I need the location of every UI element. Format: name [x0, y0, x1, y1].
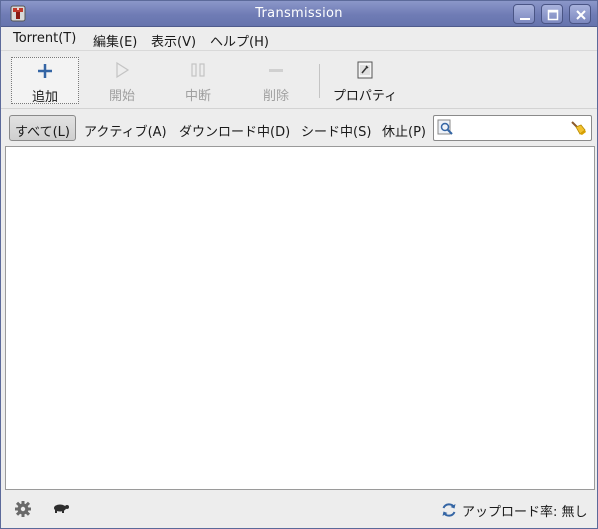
properties-label: プロパティ — [332, 89, 398, 104]
filter-all[interactable]: すべて(L) — [9, 115, 76, 141]
search-input[interactable] — [456, 119, 566, 137]
filter-seeding[interactable]: シード中(S) — [301, 121, 371, 140]
pause-label: 中断 — [184, 89, 211, 104]
main-window: Transmission Torrent(T) 編集(E) 表示(V) ヘルプ(… — [0, 0, 598, 529]
pause-icon — [189, 61, 207, 83]
gear-icon[interactable] — [14, 500, 32, 522]
upload-ratio-text: アップロード率: 無し — [462, 505, 588, 520]
pause-button[interactable]: 中断 — [163, 57, 233, 104]
menu-bar: Torrent(T) 編集(E) 表示(V) ヘルプ(H) — [1, 27, 597, 51]
search-box[interactable] — [433, 115, 592, 141]
turtle-icon[interactable] — [52, 502, 70, 518]
menu-torrent[interactable]: Torrent(T) — [13, 31, 76, 46]
start-label: 開始 — [108, 89, 135, 104]
filter-downloading[interactable]: ダウンロード中(D) — [179, 121, 290, 140]
menu-view[interactable]: 表示(V) — [151, 31, 196, 50]
start-button[interactable]: 開始 — [87, 57, 157, 104]
toolbar-separator — [319, 64, 320, 98]
search-icon — [437, 119, 454, 140]
minus-icon — [267, 61, 285, 83]
upload-ratio[interactable]: アップロード率: 無し — [440, 500, 592, 520]
maximize-icon — [547, 9, 559, 21]
add-label: 追加 — [31, 90, 58, 105]
filter-paused[interactable]: 休止(P) — [382, 121, 426, 140]
torrent-list[interactable] — [5, 146, 595, 490]
filter-bar: すべて(L) アクティブ(A) ダウンロード中(D) シード中(S) 休止(P) — [1, 110, 597, 146]
close-button[interactable] — [569, 4, 591, 24]
window-title: Transmission — [255, 6, 343, 21]
plus-icon — [36, 62, 54, 84]
remove-label: 削除 — [262, 89, 289, 104]
refresh-icon — [440, 501, 458, 523]
title-bar[interactable]: Transmission — [1, 1, 597, 27]
clear-broom-icon[interactable] — [569, 119, 587, 141]
properties-button[interactable]: プロパティ — [327, 57, 403, 104]
play-icon — [113, 61, 131, 83]
menu-help[interactable]: ヘルプ(H) — [210, 31, 269, 50]
status-bar: アップロード率: 無し — [1, 492, 597, 528]
minimize-icon — [520, 18, 530, 20]
minimize-button[interactable] — [513, 4, 535, 24]
maximize-button[interactable] — [541, 4, 563, 24]
menu-edit[interactable]: 編集(E) — [93, 31, 137, 50]
filter-active[interactable]: アクティブ(A) — [84, 121, 167, 140]
add-button[interactable]: 追加 — [11, 57, 79, 105]
toolbar: 追加 開始 中断 削除 プロパティ — [1, 52, 597, 109]
close-icon — [576, 10, 586, 20]
remove-button[interactable]: 削除 — [241, 57, 311, 104]
properties-icon — [356, 61, 374, 83]
